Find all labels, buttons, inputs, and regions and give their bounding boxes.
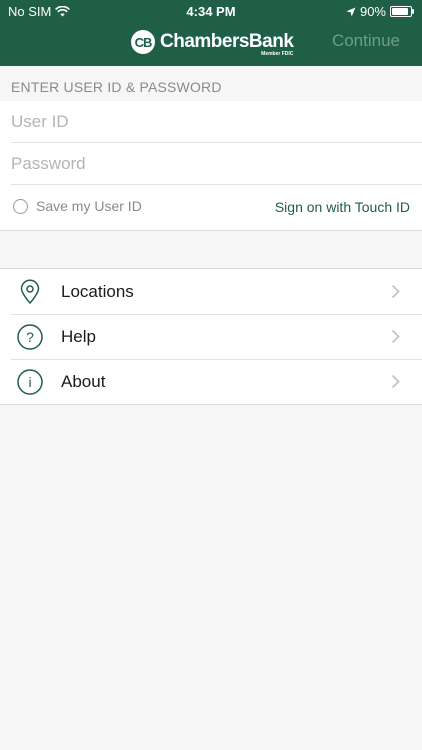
user-id-input[interactable] <box>11 111 422 132</box>
password-input[interactable] <box>11 153 422 174</box>
chevron-right-icon <box>391 374 400 389</box>
logo-text: ChambersBank Member FDIC <box>160 31 294 57</box>
logo-name: ChambersBank <box>160 31 294 52</box>
menu-list: Locations ? Help i About <box>0 268 422 405</box>
menu-item-locations[interactable]: Locations <box>0 269 422 314</box>
svg-text:i: i <box>28 374 31 390</box>
password-field-row <box>11 143 422 185</box>
battery-percent: 90% <box>359 4 386 19</box>
continue-button[interactable]: Continue <box>332 31 400 51</box>
login-form: Save my User ID Sign on with Touch ID <box>0 101 422 231</box>
nav-bar: CB ChambersBank Member FDIC Continue <box>0 28 422 60</box>
question-circle-icon: ? <box>17 324 43 350</box>
location-arrow-icon <box>346 7 356 16</box>
menu-label-help: Help <box>61 326 96 346</box>
bank-logo: CB ChambersBank Member FDIC <box>131 30 294 57</box>
chevron-right-icon <box>391 284 400 299</box>
save-user-id-radio[interactable] <box>13 198 28 214</box>
user-id-field-row <box>11 101 422 143</box>
status-bar: No SIM 4:34 PM 90% <box>0 0 422 22</box>
menu-label-locations: Locations <box>61 281 134 301</box>
chevron-right-icon <box>391 329 400 344</box>
touch-id-signon-link[interactable]: Sign on with Touch ID <box>275 199 410 215</box>
menu-label-about: About <box>61 371 106 391</box>
location-pin-icon <box>20 279 40 305</box>
battery-fill <box>392 8 409 15</box>
battery-icon <box>390 6 414 17</box>
login-section-title: ENTER USER ID & PASSWORD <box>11 79 222 95</box>
save-user-id-label: Save my User ID <box>36 198 142 214</box>
app-header: No SIM 4:34 PM 90% CB ChambersBank Membe… <box>0 0 422 66</box>
logo-mark: CB <box>131 30 155 54</box>
svg-text:?: ? <box>26 329 34 345</box>
logo-subtext: Member FDIC <box>261 51 294 57</box>
menu-item-about[interactable]: i About <box>0 359 422 404</box>
save-user-id-toggle[interactable]: Save my User ID <box>13 198 142 214</box>
battery-group: 90% <box>346 4 414 19</box>
info-circle-icon: i <box>17 369 43 395</box>
menu-item-help[interactable]: ? Help <box>0 314 422 359</box>
